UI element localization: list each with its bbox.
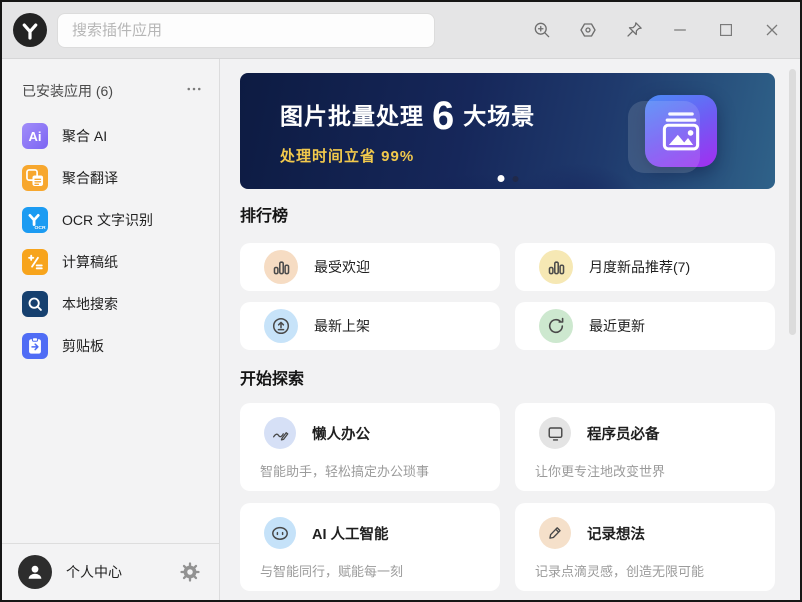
- explore-card-desc: 智能助手，轻松搞定办公琐事: [260, 464, 430, 479]
- scrollbar[interactable]: [788, 67, 797, 600]
- app-window: 已安装应用 (6) Ai 聚合 AI: [0, 0, 802, 602]
- main-content: 图片批量处理 6 大场景 处理时间立省 99% 排行榜 最受欢迎 月度新品推荐(…: [220, 59, 800, 600]
- minimize-icon[interactable]: [670, 20, 690, 40]
- rank-card-recently-updated[interactable]: 最近更新: [515, 302, 775, 350]
- sidebar-item-label: 聚合翻译: [62, 170, 118, 186]
- translate-icon: [22, 165, 48, 191]
- explore-card-label: AI 人工智能: [312, 526, 389, 543]
- gear-icon[interactable]: [179, 561, 201, 583]
- monitor-icon: [539, 417, 571, 449]
- pin-icon[interactable]: [624, 20, 644, 40]
- explore-card-label: 记录想法: [587, 526, 645, 543]
- avatar[interactable]: [18, 555, 52, 589]
- carousel-dots: [497, 175, 518, 182]
- ai-icon: Ai: [22, 123, 48, 149]
- sidebar-item-clipboard[interactable]: 剪贴板: [2, 325, 219, 367]
- pencil-icon: [539, 517, 571, 549]
- clipboard-icon: [22, 333, 48, 359]
- rank-card-monthly-new[interactable]: 月度新品推荐(7): [515, 243, 775, 291]
- carousel-dot[interactable]: [512, 175, 518, 182]
- carousel-dot-active[interactable]: [497, 175, 504, 182]
- sidebar-item-juhe-translate[interactable]: 聚合翻译: [2, 157, 219, 199]
- image-batch-app-icon: [645, 95, 717, 167]
- robot-icon: [264, 517, 296, 549]
- user-center-label: 个人中心: [66, 564, 122, 580]
- rank-section-title: 排行榜: [240, 208, 289, 225]
- explore-card-desc: 与智能同行，赋能每一刻: [260, 564, 404, 579]
- sidebar-item-label: 剪贴板: [62, 338, 104, 354]
- rank-card-label: 月度新品推荐(7): [589, 259, 691, 275]
- explore-card-label: 程序员必备: [587, 426, 660, 443]
- sidebar-item-calc-paper[interactable]: 计算稿纸: [2, 241, 219, 283]
- bar-chart-icon: [264, 250, 298, 284]
- sidebar-item-local-search[interactable]: 本地搜索: [2, 283, 219, 325]
- sidebar-item-label: 聚合 AI: [62, 128, 108, 144]
- search-input[interactable]: [57, 12, 435, 48]
- explore-card-programmer[interactable]: 程序员必备 让你更专注地改变世界: [515, 403, 775, 491]
- refresh-icon: [539, 309, 573, 343]
- rank-card-newly-listed[interactable]: 最新上架: [240, 302, 500, 350]
- installed-apps-header: 已安装应用 (6): [22, 82, 113, 99]
- local-search-icon: [22, 291, 48, 317]
- user-center-row[interactable]: 个人中心: [2, 543, 219, 600]
- rank-card-label: 最受欢迎: [314, 259, 370, 275]
- close-icon[interactable]: [762, 20, 782, 40]
- sidebar-item-label: OCR 文字识别: [62, 212, 153, 228]
- zoom-in-icon[interactable]: [532, 20, 552, 40]
- explore-section-title: 开始探索: [240, 371, 305, 388]
- sidebar-item-label: 计算稿纸: [62, 254, 118, 270]
- rank-card-label: 最近更新: [589, 318, 645, 334]
- rank-card-label: 最新上架: [314, 318, 370, 334]
- svg-text:OCR: OCR: [35, 225, 46, 231]
- explore-card-desc: 让你更专注地改变世界: [535, 464, 666, 479]
- sidebar-item-label: 本地搜索: [62, 296, 118, 312]
- pen-chart-icon: [264, 417, 296, 449]
- bar-chart-icon: [539, 250, 573, 284]
- explore-card-lazy-office[interactable]: 懒人办公 智能助手，轻松搞定办公琐事: [240, 403, 500, 491]
- explore-card-desc: 记录点滴灵感，创造无限可能: [535, 564, 705, 579]
- promo-banner[interactable]: 图片批量处理 6 大场景 处理时间立省 99%: [240, 73, 775, 189]
- explore-card-label: 懒人办公: [312, 426, 370, 443]
- sidebar-item-juhe-ai[interactable]: Ai 聚合 AI: [2, 115, 219, 157]
- title-bar: [2, 2, 800, 59]
- explore-card-ai[interactable]: AI 人工智能 与智能同行，赋能每一刻: [240, 503, 500, 591]
- scrollbar-thumb[interactable]: [789, 69, 796, 335]
- ocr-icon: OCR: [22, 207, 48, 233]
- sidebar-item-ocr[interactable]: OCR OCR 文字识别: [2, 199, 219, 241]
- explore-card-notes[interactable]: 记录想法 记录点滴灵感，创造无限可能: [515, 503, 775, 591]
- sidebar: 已安装应用 (6) Ai 聚合 AI 聚合翻译 OCR OCR 文字识别 计算稿…: [2, 59, 220, 600]
- calc-icon: [22, 249, 48, 275]
- banner-big-number: 6: [432, 94, 456, 138]
- maximize-icon[interactable]: [716, 20, 736, 40]
- more-icon[interactable]: [185, 80, 203, 101]
- upload-circle-icon: [264, 309, 298, 343]
- hexagon-panel-icon[interactable]: [578, 20, 598, 40]
- utools-logo-icon: [13, 13, 47, 47]
- rank-card-most-popular[interactable]: 最受欢迎: [240, 243, 500, 291]
